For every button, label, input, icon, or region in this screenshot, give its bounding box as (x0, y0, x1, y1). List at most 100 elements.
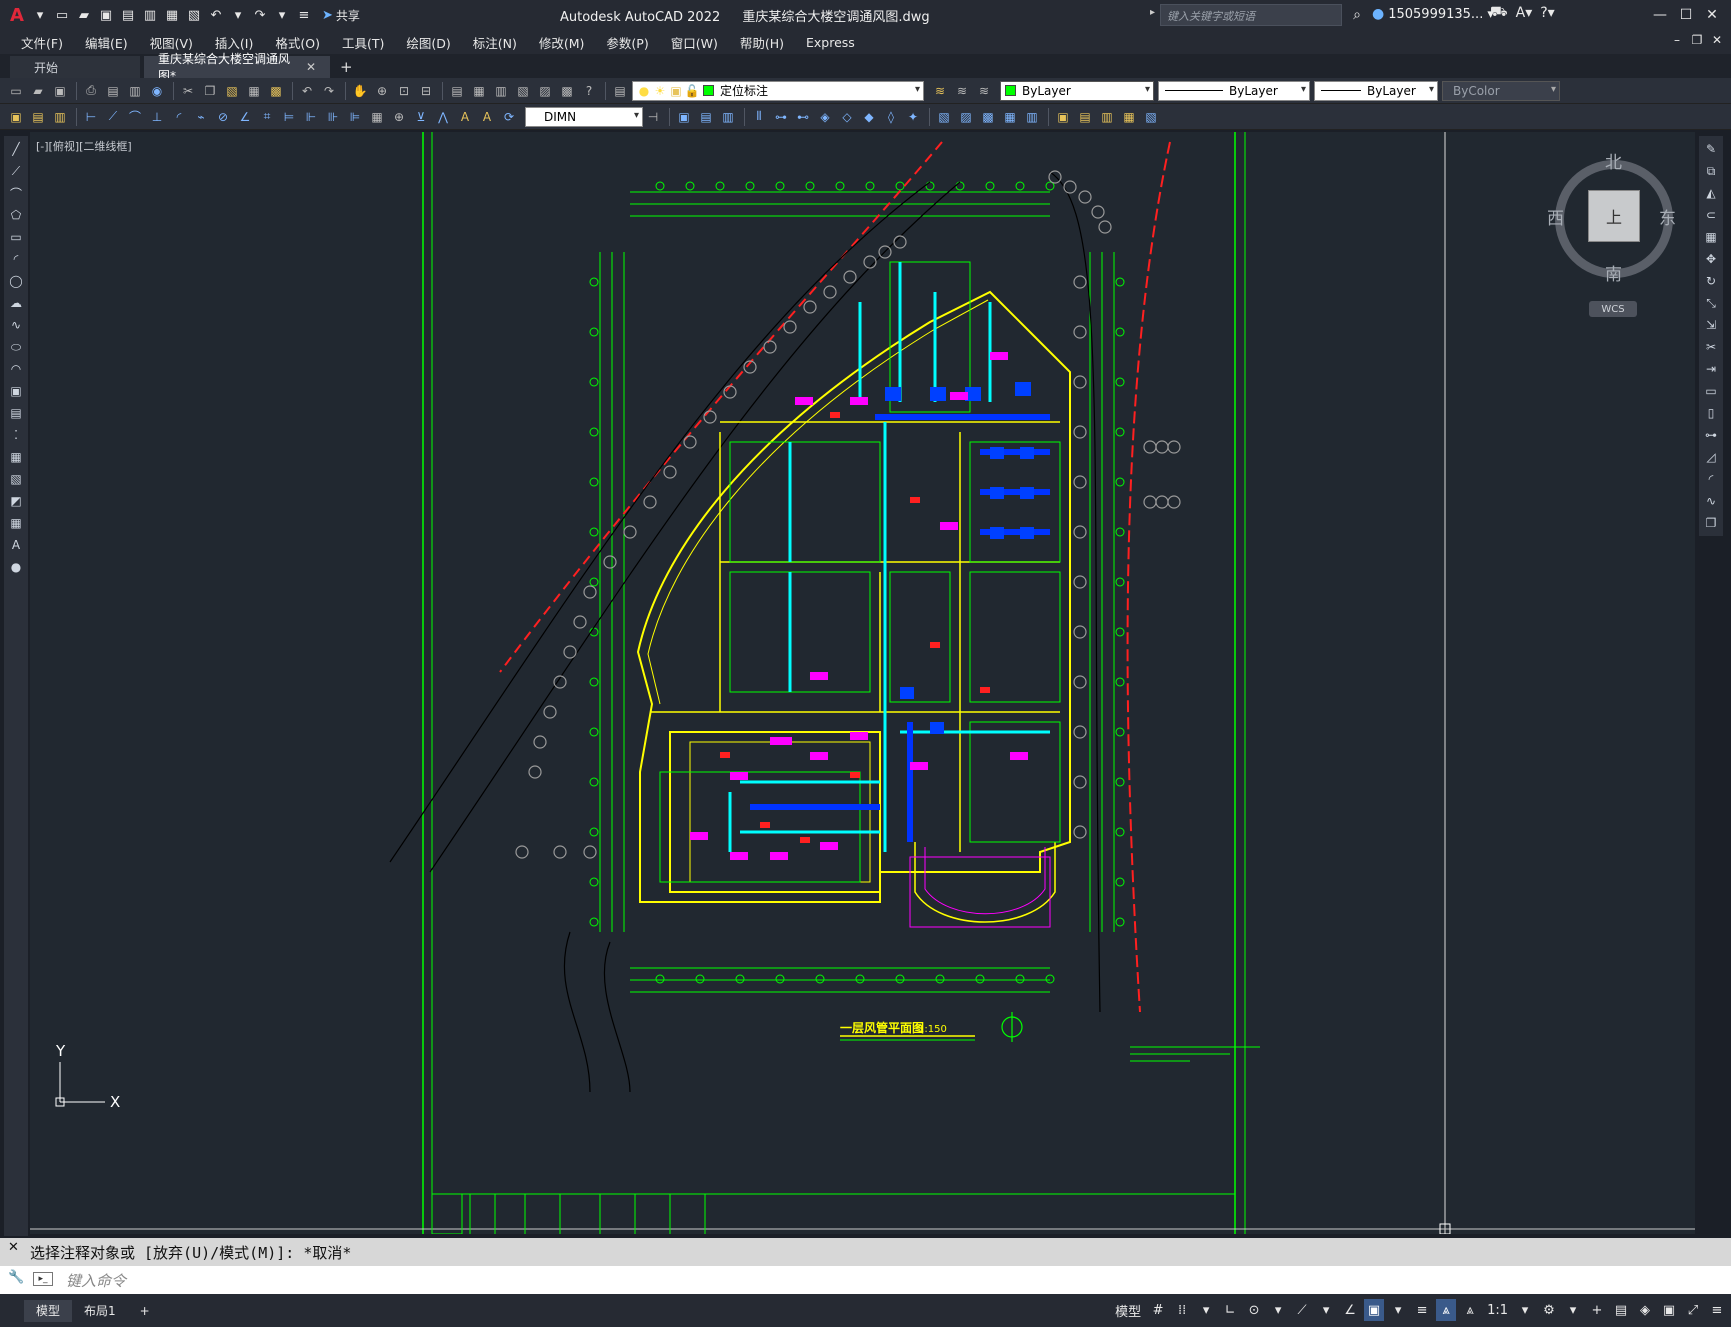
lineweight-dropdown[interactable]: ByLayer ▾ (1314, 80, 1438, 101)
insert-tool-icon[interactable]: ▧ (1141, 107, 1161, 127)
mtext-icon[interactable]: A (7, 536, 25, 554)
object-snap-dropdown-icon[interactable]: ▾ (1388, 1299, 1408, 1321)
plotstyle-dropdown[interactable]: ByColor ▾ (1442, 80, 1560, 101)
object-snap-icon[interactable]: ▣ (1364, 1299, 1385, 1321)
rotate-icon[interactable]: ↻ (1702, 272, 1720, 290)
customize-qa-icon[interactable]: ≡ (294, 5, 314, 25)
baseline-dim-icon[interactable]: ⊨ (279, 107, 299, 127)
dim-style-manager-icon[interactable]: ⊣ (643, 107, 663, 127)
ellipse-arc-icon[interactable]: ◠ (7, 360, 25, 378)
plot-toolbar-icon[interactable]: ⎙ (81, 81, 101, 101)
cart-icon[interactable]: ⛟ (1490, 4, 1508, 22)
block-editor-icon[interactable]: ▩ (266, 81, 286, 101)
inspection-icon[interactable]: ⊻ (411, 107, 431, 127)
fillet-icon[interactable]: ◜ (1702, 470, 1720, 488)
workspace-dropdown-icon[interactable]: ▾ (1563, 1299, 1583, 1321)
paste-icon[interactable]: ▧ (222, 81, 242, 101)
doc-restore-icon[interactable]: ❐ (1689, 33, 1705, 47)
copy-icon[interactable]: ❐ (200, 81, 220, 101)
menu-view[interactable]: 视图(V) (139, 33, 204, 52)
customize-statusbar-icon[interactable]: ≡ (1707, 1299, 1727, 1321)
doc-minimize-icon[interactable]: – (1669, 33, 1685, 47)
maximize-icon[interactable]: ☐ (1673, 3, 1699, 27)
add-layout-button[interactable]: + (128, 1300, 162, 1322)
viewcube-west[interactable]: 西 (1547, 204, 1564, 229)
erase-icon[interactable]: ✎ (1702, 140, 1720, 158)
table-icon[interactable]: ▦ (7, 514, 25, 532)
break-icon[interactable]: ▯ (1702, 404, 1720, 422)
zoom-window-icon[interactable]: ⊡ (394, 81, 414, 101)
properties-icon[interactable]: ▤ (447, 81, 467, 101)
command-line[interactable]: 🔧 ▸_ 键入命令 (0, 1266, 1731, 1294)
wcs-dropdown[interactable]: WCS (1589, 301, 1637, 317)
insert-block-palette-icon[interactable]: ▣ (7, 382, 25, 400)
dim-edit-icon[interactable]: A (455, 107, 475, 127)
layer-state-icon[interactable]: ≋ (974, 81, 994, 101)
lineweight-toggle-icon[interactable]: ≡ (1412, 1299, 1432, 1321)
join-palette-icon[interactable]: ⊶ (1702, 426, 1720, 444)
3d-print-icon[interactable]: ◉ (147, 81, 167, 101)
pan-icon[interactable]: ✋ (350, 81, 370, 101)
edit-polyline-icon[interactable]: ◈ (815, 107, 835, 127)
menu-tools[interactable]: 工具(T) (331, 33, 395, 52)
3d-tool-icon[interactable]: ▥ (1022, 107, 1042, 127)
tolerance-icon[interactable]: ▦ (367, 107, 387, 127)
redo-toolbar-icon[interactable]: ↷ (319, 81, 339, 101)
blend-icon[interactable]: ∿ (1702, 492, 1720, 510)
viewcube-east[interactable]: 东 (1659, 204, 1676, 229)
auto-scale-icon[interactable]: ⩓ (1460, 1299, 1480, 1321)
search-input[interactable]: 键入关键字或短语 (1160, 4, 1342, 26)
diameter-dim-icon[interactable]: ⊘ (213, 107, 233, 127)
doc-close-icon[interactable]: ✕ (1709, 33, 1725, 47)
search-expand-icon[interactable]: ▸ (1150, 7, 1155, 18)
units-icon[interactable]: ▤ (1611, 1299, 1631, 1321)
radius-dim-icon[interactable]: ◜ (169, 107, 189, 127)
color-dropdown[interactable]: ByLayer ▾ (1000, 80, 1154, 101)
sheetset-icon[interactable]: ▧ (513, 81, 533, 101)
linear-dim-icon[interactable]: ⊢ (81, 107, 101, 127)
join-icon[interactable]: ⊶ (771, 107, 791, 127)
align-icon[interactable]: ⫴ (749, 107, 769, 127)
dimstyle-dropdown[interactable]: DIMN ▾ (525, 106, 643, 127)
chamfer-icon[interactable]: ◿ (1702, 448, 1720, 466)
model-space-button[interactable]: 模型 (1112, 1299, 1144, 1321)
break-at-point-icon[interactable]: ▭ (1702, 382, 1720, 400)
scale-icon[interactable]: ⤡ (1702, 294, 1720, 312)
quick-dim-icon[interactable]: ⌗ (257, 107, 277, 127)
menu-express[interactable]: Express (795, 35, 866, 50)
polar-dropdown-icon[interactable]: ▾ (1268, 1299, 1288, 1321)
draworder-back-icon[interactable]: ▤ (696, 107, 716, 127)
calculator-icon[interactable]: ▩ (557, 81, 577, 101)
close-icon[interactable]: ✕ (1699, 3, 1725, 27)
zoom-previous-icon[interactable]: ⊟ (416, 81, 436, 101)
ortho-icon[interactable]: ∟ (1220, 1299, 1240, 1321)
tab-close-icon[interactable]: ✕ (306, 60, 316, 74)
linetype-dropdown[interactable]: ByLayer ▾ (1158, 80, 1310, 101)
help-toolbar-icon[interactable]: ? (579, 81, 599, 101)
3d-tool-icon[interactable]: ▦ (1000, 107, 1020, 127)
tool-palettes-icon[interactable]: ▥ (491, 81, 511, 101)
cut-icon[interactable]: ✂ (178, 81, 198, 101)
make-current-layer-icon[interactable]: ≋ (930, 81, 950, 101)
object-snap-tracking-icon[interactable]: ∠ (1340, 1299, 1360, 1321)
spline-icon[interactable]: ∿ (7, 316, 25, 334)
menu-edit[interactable]: 编辑(E) (74, 33, 139, 52)
dim-text-edit-icon[interactable]: A (477, 107, 497, 127)
array-icon[interactable]: ▦ (1702, 228, 1720, 246)
edit-hatch-icon[interactable]: ◆ (859, 107, 879, 127)
insert-tool-icon[interactable]: ▦ (1119, 107, 1139, 127)
viewcube[interactable]: 上 北 南 东 西 WCS (1545, 148, 1681, 318)
3d-tool-icon[interactable]: ▨ (956, 107, 976, 127)
angular-dim-icon[interactable]: ∠ (235, 107, 255, 127)
autodesk-app-icon[interactable]: A▾ (1516, 5, 1533, 21)
snap-dropdown-icon[interactable]: ▾ (1196, 1299, 1216, 1321)
menu-format[interactable]: 格式(O) (264, 33, 331, 52)
copy-object-icon[interactable]: ⧉ (1702, 162, 1720, 180)
viewcube-north[interactable]: 北 (1605, 148, 1622, 173)
viewcube-top-face[interactable]: 上 (1588, 190, 1640, 242)
toolbar-tool-icon[interactable]: ▤ (28, 107, 48, 127)
save-toolbar-icon[interactable]: ▣ (50, 81, 70, 101)
dropdown-arrow-icon[interactable]: ▾ (30, 5, 50, 25)
clean-screen-icon[interactable]: ⤢ (1683, 1299, 1703, 1321)
hatch-icon[interactable]: ▦ (7, 448, 25, 466)
